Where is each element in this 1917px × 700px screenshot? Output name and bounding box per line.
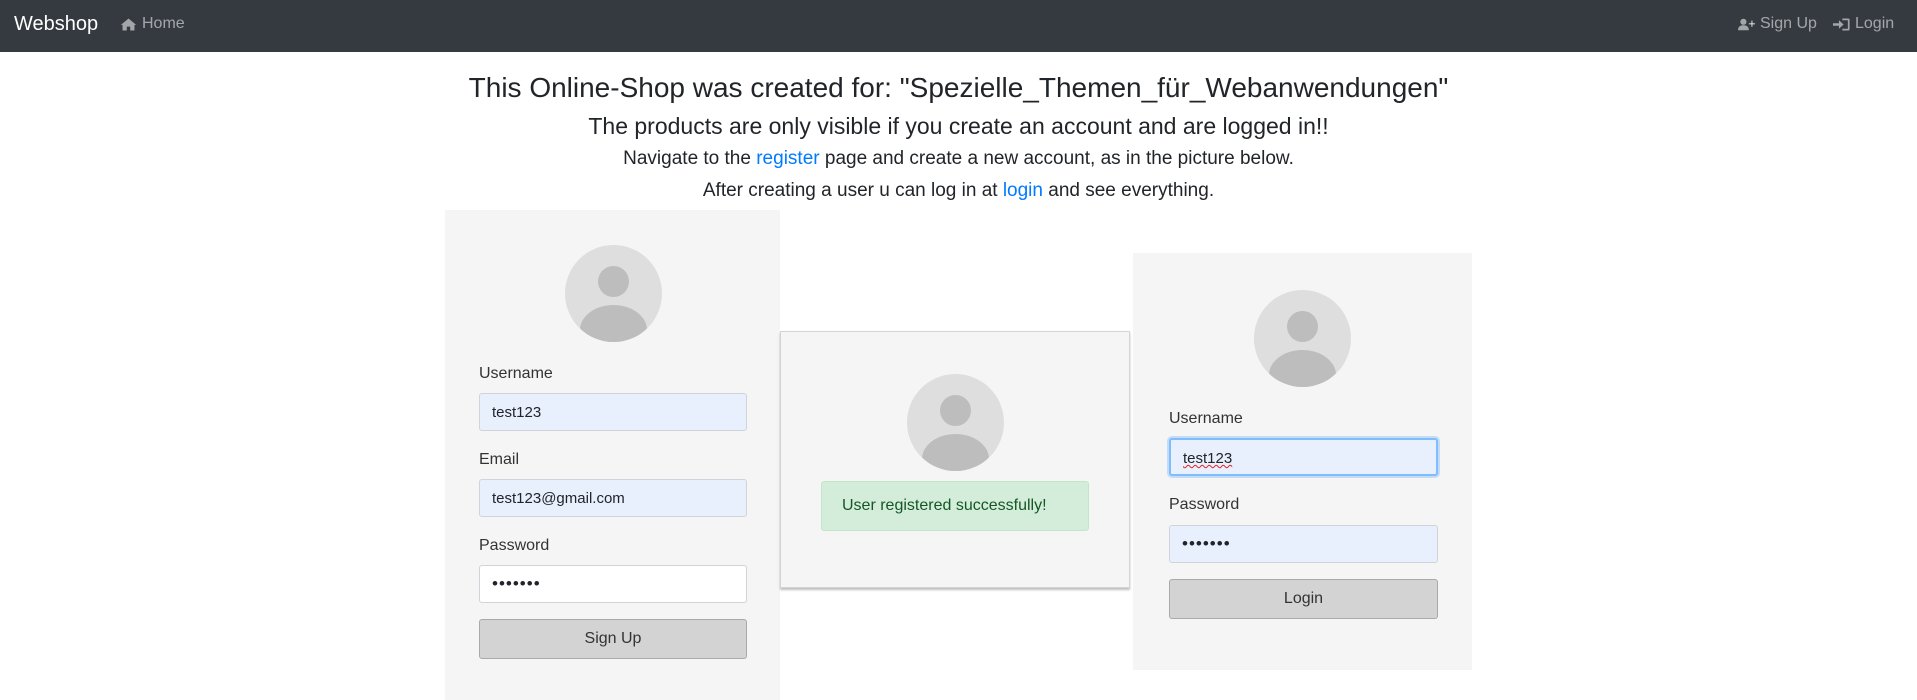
register-instruction-after: page and create a new account, as in the… xyxy=(819,148,1294,169)
login-instruction-before: After creating a user u can log in at xyxy=(702,180,1003,201)
login-username-value: test123 xyxy=(1183,450,1233,467)
register-instruction: Navigate to the register page and create… xyxy=(0,146,1917,172)
nav-home-label: Home xyxy=(142,15,185,32)
top-navbar: Webshop Home Sign Up Login xyxy=(0,0,1917,52)
register-link[interactable]: register xyxy=(756,148,819,169)
signup-email-label: Email xyxy=(479,451,520,468)
brand-link[interactable]: Webshop xyxy=(14,13,98,36)
home-icon xyxy=(120,18,137,30)
sign-in-icon xyxy=(1833,18,1850,30)
nav-signup-link[interactable]: Sign Up xyxy=(1738,15,1817,33)
success-panel-image: User registered successfully! xyxy=(780,331,1130,588)
signup-email-field[interactable]: test123@gmail.com xyxy=(479,479,747,517)
register-instruction-before: Navigate to the xyxy=(623,148,757,169)
avatar-icon xyxy=(1254,290,1351,387)
login-instruction-after: and see everything. xyxy=(1042,180,1215,201)
login-password-field[interactable]: ••••••• xyxy=(1169,525,1438,563)
login-panel-image: Username test123 Password ••••••• Login xyxy=(1133,253,1472,670)
login-username-label: Username xyxy=(1169,410,1243,427)
login-button[interactable]: Login xyxy=(1169,579,1438,619)
signup-panel-image: Username test123 Email test123@gmail.com… xyxy=(445,210,780,700)
login-link[interactable]: login xyxy=(1003,180,1043,201)
page-title: This Online-Shop was created for: "Spezi… xyxy=(468,72,1449,103)
nav-login-link[interactable]: Login xyxy=(1833,15,1894,33)
login-instruction: After creating a user u can log in at lo… xyxy=(0,178,1917,204)
nav-login-label: Login xyxy=(1855,15,1895,32)
signup-button[interactable]: Sign Up xyxy=(479,619,747,659)
signup-username-field[interactable]: test123 xyxy=(479,393,747,431)
success-alert: User registered successfully! xyxy=(821,481,1089,531)
login-username-field[interactable]: test123 xyxy=(1169,438,1438,476)
nav-signup-label: Sign Up xyxy=(1760,15,1817,32)
page-subtitle: The products are only visible if you cre… xyxy=(588,113,1329,139)
avatar-icon xyxy=(907,374,1004,471)
signup-password-field[interactable]: ••••••• xyxy=(479,565,747,603)
nav-home-link[interactable]: Home xyxy=(120,15,185,33)
signup-username-label: Username xyxy=(479,365,553,382)
login-password-label: Password xyxy=(1169,496,1240,513)
avatar-icon xyxy=(565,245,662,342)
user-plus-icon xyxy=(1738,18,1755,30)
signup-password-label: Password xyxy=(479,537,550,554)
